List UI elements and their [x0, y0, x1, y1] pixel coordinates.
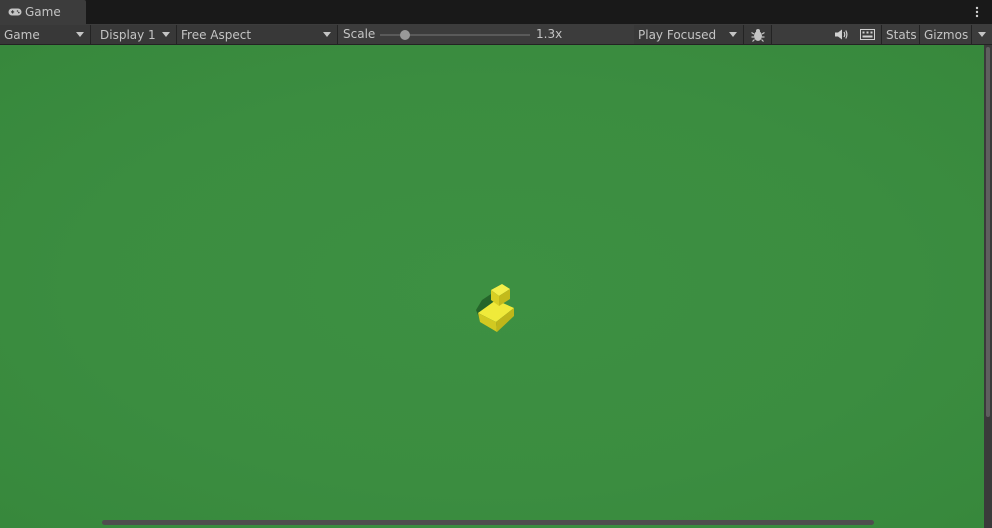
scale-value: 1.3x	[536, 27, 563, 41]
aspect-label: Free Aspect	[181, 27, 252, 42]
view-mode-label: Game	[4, 27, 40, 42]
chevron-down-icon	[76, 32, 84, 37]
vertical-scrollbar[interactable]	[984, 45, 992, 528]
game-toolbar: Game Display 1 Free Aspect Scale 1.3x Pl…	[0, 24, 992, 45]
vertical-scrollbar-thumb[interactable]	[986, 47, 990, 417]
gizmos-button[interactable]: Gizmos	[920, 25, 972, 44]
scale-slider-handle[interactable]	[400, 30, 410, 40]
stats-button[interactable]: Stats	[881, 25, 920, 44]
frame-debugger-button[interactable]	[744, 25, 772, 44]
gamepad-icon	[8, 7, 22, 17]
speaker-icon	[834, 29, 847, 40]
stats-label: Stats	[886, 27, 917, 42]
keyboard-icon	[859, 29, 875, 40]
yellow-block-character	[476, 284, 514, 332]
tab-game[interactable]: Game	[0, 0, 86, 24]
game-viewport[interactable]	[0, 45, 984, 528]
tab-label: Game	[25, 5, 61, 19]
aspect-dropdown[interactable]: Free Aspect	[177, 25, 338, 44]
bug-icon	[750, 28, 765, 42]
display-label: Display 1	[100, 27, 156, 42]
keyboard-shortcuts-button[interactable]	[854, 25, 880, 44]
mute-audio-button[interactable]	[829, 25, 853, 44]
chevron-down-icon	[729, 32, 737, 37]
view-mode-dropdown[interactable]: Game	[0, 25, 91, 44]
chevron-down-icon	[323, 32, 331, 37]
horizontal-scrollbar[interactable]	[102, 520, 874, 525]
kebab-menu-icon[interactable]	[970, 4, 984, 20]
display-dropdown[interactable]: Display 1	[91, 25, 177, 44]
play-mode-dropdown[interactable]: Play Focused	[634, 25, 744, 44]
chevron-down-icon	[162, 32, 170, 37]
scale-label: Scale	[343, 27, 376, 41]
gizmos-label: Gizmos	[924, 27, 969, 42]
play-mode-label: Play Focused	[638, 27, 717, 42]
chevron-down-icon	[978, 32, 986, 37]
tab-bar: Game	[0, 0, 992, 24]
gizmos-dropdown[interactable]	[972, 25, 992, 44]
